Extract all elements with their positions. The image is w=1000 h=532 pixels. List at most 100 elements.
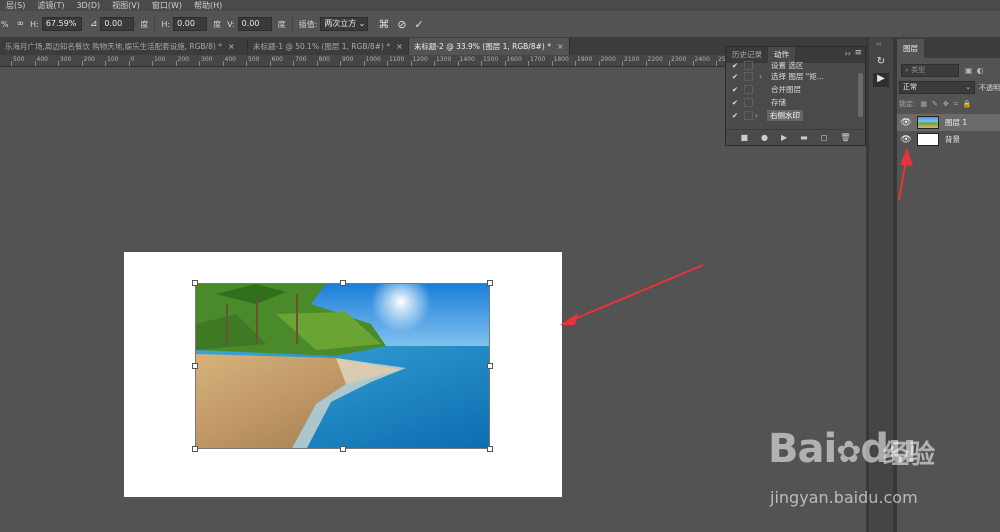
panel-menu-icon[interactable]: ≡: [854, 48, 862, 58]
new-action-icon[interactable]: ◻: [821, 133, 828, 142]
rotate-unit: 度: [140, 19, 149, 29]
image-filter-icon[interactable]: ▣: [965, 66, 973, 75]
cancel-transform-icon[interactable]: ⊘: [397, 18, 406, 31]
ruler-tick-label: 1700: [530, 56, 546, 63]
ruler-tick-label: 1300: [436, 56, 452, 63]
menu-view[interactable]: 视图(V): [106, 0, 146, 11]
adjustment-filter-icon[interactable]: ◐: [977, 66, 984, 75]
vskew-unit: 度: [277, 19, 286, 29]
ruler-tick-label: 1900: [577, 56, 593, 63]
vskew-field[interactable]: 0.00: [237, 17, 272, 31]
close-icon[interactable]: ×: [396, 42, 403, 51]
dialog-toggle[interactable]: [744, 111, 753, 120]
transform-handle[interactable]: [192, 280, 198, 286]
action-row[interactable]: ✔ 存储: [726, 96, 865, 109]
ruler-tick: [434, 61, 435, 66]
ruler-tick-label: 400: [224, 56, 236, 63]
tab-doc-1[interactable]: 乐海月广场,周边知名餐饮 购物天地,娱乐生活配套设施, RGB/8) * ×: [0, 38, 248, 55]
transform-handle[interactable]: [340, 280, 346, 286]
ruler-tick-label: 2300: [671, 56, 687, 63]
document-canvas[interactable]: [124, 252, 562, 497]
hskew-field[interactable]: 0.00: [173, 17, 208, 31]
ruler-tick-label: 2000: [600, 56, 616, 63]
folder-icon[interactable]: ▬: [800, 133, 808, 142]
action-row-selected[interactable]: ✔ › 右侧水印: [726, 109, 865, 122]
height-field[interactable]: 67.59%: [41, 17, 82, 31]
scrollbar[interactable]: [858, 73, 863, 117]
checkmark-icon[interactable]: ✔: [729, 111, 741, 120]
transform-handle[interactable]: [340, 446, 346, 452]
transform-handle[interactable]: [487, 280, 493, 286]
actions-panel-icon[interactable]: ▶: [873, 73, 889, 87]
beach-photo-layer[interactable]: [195, 283, 490, 449]
lock-pixels-icon[interactable]: ▦: [920, 100, 927, 108]
action-name: 右侧水印: [767, 110, 803, 121]
lock-position-icon[interactable]: ✥: [943, 100, 949, 108]
dock-collapse-icon[interactable]: ‹‹: [876, 40, 882, 48]
eye-icon[interactable]: 👁: [899, 135, 913, 145]
commit-transform-icon[interactable]: ✓: [415, 18, 424, 31]
ruler-tick-label: 900: [342, 56, 354, 63]
collapse-icon[interactable]: ››: [845, 49, 851, 58]
trash-icon[interactable]: 🗑: [840, 133, 850, 142]
tab-doc-2[interactable]: 未标题-1 @ 50.1% (图层 1, RGB/8#) * ×: [248, 38, 409, 55]
lock-paint-icon[interactable]: ✎: [932, 100, 938, 108]
checkmark-icon[interactable]: ✔: [729, 72, 741, 81]
menu-help[interactable]: 帮助(H): [188, 0, 228, 11]
checkmark-icon[interactable]: ✔: [729, 61, 741, 70]
blend-mode-select[interactable]: 正常 ⌄: [899, 81, 975, 94]
action-row[interactable]: ✔ › 选择 图层 "矩...: [726, 70, 865, 83]
lock-all-icon[interactable]: 🔒: [963, 100, 972, 108]
menu-3d[interactable]: 3D(D): [70, 1, 106, 10]
warp-icon[interactable]: ⌘: [378, 18, 389, 31]
history-panel-icon[interactable]: ↻: [873, 56, 889, 70]
checkmark-icon[interactable]: ✔: [729, 85, 741, 94]
record-icon[interactable]: ●: [761, 133, 768, 142]
close-icon[interactable]: ×: [228, 42, 235, 51]
checkmark-icon[interactable]: ✔: [729, 98, 741, 107]
dialog-toggle[interactable]: [744, 85, 753, 94]
dialog-toggle[interactable]: [744, 72, 753, 81]
play-icon[interactable]: ▶: [781, 133, 787, 142]
close-icon[interactable]: ×: [557, 42, 564, 51]
beach-photo: [196, 284, 489, 448]
expand-arrow-icon[interactable]: ›: [759, 72, 767, 81]
action-name: 存储: [771, 98, 786, 107]
expand-arrow-icon[interactable]: ›: [755, 111, 763, 120]
layer-name: 图层 1: [945, 118, 968, 127]
link-icon[interactable]: ∞: [17, 19, 25, 29]
opacity-label: 不透明: [979, 83, 1000, 92]
ruler-tick: [551, 61, 553, 66]
ruler-tick: [457, 61, 459, 66]
transform-handle[interactable]: [487, 363, 493, 369]
lock-artboard-icon[interactable]: ⌗: [954, 100, 958, 109]
transform-handle[interactable]: [192, 363, 198, 369]
hskew-label: H:: [161, 19, 171, 29]
stop-icon[interactable]: ■: [740, 133, 748, 142]
tab-doc-3[interactable]: 未标题-2 @ 33.9% (图层 1, RGB/8#) * ×: [408, 38, 570, 55]
ruler-tick: [11, 61, 12, 66]
interpolation-select[interactable]: 两次立方 ⌄: [320, 17, 369, 31]
interpolation-value: 两次立方: [324, 19, 357, 28]
menu-window[interactable]: 窗口(W): [146, 0, 188, 11]
actions-list: ✔ 设置 选区 ✔ › 选择 图层 "矩... ✔ 合并图层 ✔ 存储 ✔ ›: [726, 60, 865, 122]
menu-layer[interactable]: 层(S): [0, 0, 31, 11]
vskew-label: V:: [227, 19, 235, 29]
layer-row-selected[interactable]: 👁 图层 1: [897, 114, 1000, 131]
menu-filter[interactable]: 滤镜(T): [31, 0, 70, 11]
action-row[interactable]: ✔ 合并图层: [726, 83, 865, 96]
eye-icon[interactable]: 👁: [899, 118, 913, 128]
ruler-tick: [175, 61, 177, 66]
layer-thumbnail: [917, 116, 939, 129]
dialog-toggle[interactable]: [744, 60, 753, 70]
tab-layers[interactable]: 图层: [897, 39, 924, 58]
transform-handle[interactable]: [487, 446, 493, 452]
ruler-tick: [105, 61, 106, 66]
rotate-field[interactable]: 0.00: [100, 17, 135, 31]
transform-handle[interactable]: [192, 446, 198, 452]
ruler-tick: [575, 61, 576, 66]
action-row[interactable]: ✔ 设置 选区: [726, 60, 865, 70]
layer-filter-select[interactable]: ⌕ 类型: [901, 64, 959, 77]
layer-row[interactable]: 👁 背景: [897, 131, 1000, 148]
dialog-toggle[interactable]: [744, 98, 753, 107]
